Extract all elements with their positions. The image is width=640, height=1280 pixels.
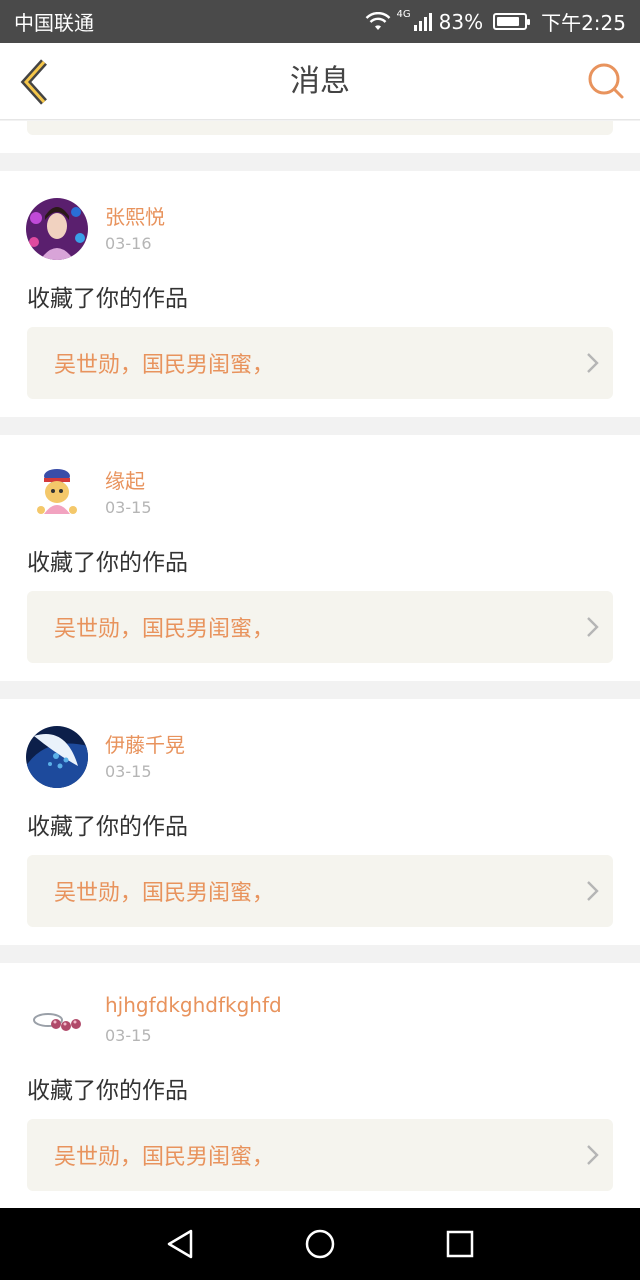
- page-title: 消息: [290, 64, 350, 99]
- work-link[interactable]: 吴世勋，国民男闺蜜，: [27, 327, 613, 399]
- chevron-right-icon: [573, 591, 613, 663]
- message-date: 03-15: [105, 1026, 152, 1045]
- list-item: hjhgfdkghdfkghfd 03-15 收藏了你的作品 吴世勋，国民男闺蜜…: [0, 963, 640, 1208]
- list-item: 伊藤千晃 03-15 收藏了你的作品 吴世勋，国民男闺蜜，: [0, 699, 640, 945]
- avatar[interactable]: [26, 462, 88, 524]
- message-date: 03-15: [105, 498, 152, 517]
- work-link-partial: [27, 121, 613, 135]
- action-text: 收藏了你的作品: [27, 286, 188, 312]
- avatar[interactable]: [26, 726, 88, 788]
- chevron-right-icon: [573, 327, 613, 399]
- search-button[interactable]: [586, 61, 626, 101]
- status-icons: 4G 83% 下午2:25: [365, 7, 626, 36]
- work-title: 吴世勋，国民男闺蜜，: [54, 881, 275, 906]
- battery-percent: 83%: [438, 9, 484, 34]
- work-link[interactable]: 吴世勋，国民男闺蜜，: [27, 1119, 613, 1191]
- avatar[interactable]: [26, 990, 88, 1052]
- system-home-button[interactable]: [290, 1214, 350, 1274]
- portrait-avatar-icon: [26, 198, 88, 260]
- work-link[interactable]: 吴世勋，国民男闺蜜，: [27, 855, 613, 927]
- network-type-label: 4G: [396, 9, 411, 20]
- abstract-blue-avatar-icon: [26, 726, 88, 788]
- screen: 中国联通 4G 83% 下午2:25 消息 张熙悦 03-16 收藏了你的作品 …: [0, 0, 640, 1280]
- carrier-label: 中国联通: [14, 11, 94, 35]
- ring-avatar-icon: [26, 990, 88, 1052]
- user-name[interactable]: 伊藤千晃: [105, 729, 185, 758]
- status-bar: 中国联通 4G 83% 下午2:25: [0, 0, 640, 43]
- work-title: 吴世勋，国民男闺蜜，: [54, 353, 275, 378]
- work-title: 吴世勋，国民男闺蜜，: [54, 617, 275, 642]
- triangle-back-icon: [167, 1229, 193, 1259]
- message-date: 03-15: [105, 762, 152, 781]
- wifi-icon: [365, 11, 390, 30]
- work-link[interactable]: 吴世勋，国民男闺蜜，: [27, 591, 613, 663]
- system-recents-button[interactable]: [430, 1214, 490, 1274]
- circle-home-icon: [305, 1229, 335, 1259]
- avatar[interactable]: [26, 198, 88, 260]
- chevron-right-icon: [573, 855, 613, 927]
- action-text: 收藏了你的作品: [27, 814, 188, 840]
- action-text: 收藏了你的作品: [27, 550, 188, 576]
- user-name[interactable]: hjhgfdkghdfkghfd: [105, 993, 282, 1017]
- cartoon-avatar-icon: [26, 462, 88, 524]
- message-list[interactable]: 张熙悦 03-16 收藏了你的作品 吴世勋，国民男闺蜜， 缘起 03-15 收藏…: [0, 121, 640, 1208]
- list-item: 缘起 03-15 收藏了你的作品 吴世勋，国民男闺蜜，: [0, 435, 640, 681]
- system-back-button[interactable]: [150, 1214, 210, 1274]
- work-title: 吴世勋，国民男闺蜜，: [54, 1145, 275, 1170]
- user-name[interactable]: 缘起: [105, 465, 145, 494]
- action-text: 收藏了你的作品: [27, 1078, 188, 1104]
- clock: 下午2:25: [541, 11, 626, 35]
- battery-fill: [497, 17, 520, 26]
- battery-icon: [493, 13, 531, 30]
- list-item: 张熙悦 03-16 收藏了你的作品 吴世勋，国民男闺蜜，: [0, 171, 640, 417]
- chevron-right-icon: [573, 1119, 613, 1191]
- search-icon: [588, 63, 624, 99]
- message-date: 03-16: [105, 234, 152, 253]
- signal-icon: [413, 12, 432, 31]
- user-name[interactable]: 张熙悦: [105, 201, 165, 230]
- system-nav-bar: [0, 1208, 640, 1280]
- list-item-partial: [0, 121, 640, 153]
- app-header: 消息: [0, 43, 640, 120]
- square-recents-icon: [446, 1230, 474, 1258]
